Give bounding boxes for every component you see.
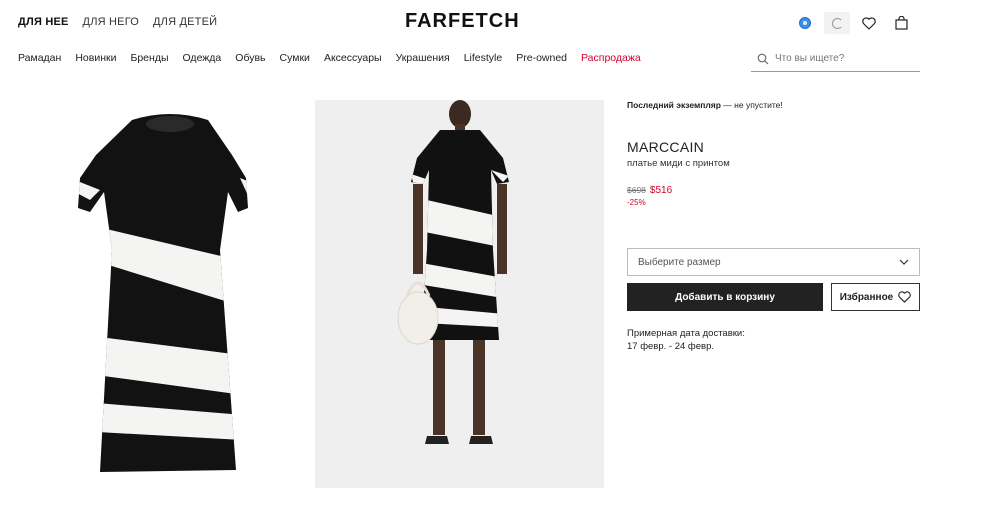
stock-notice-bold: Последний экземпляр	[627, 100, 721, 110]
heart-icon	[898, 291, 911, 303]
cart-button[interactable]	[888, 12, 914, 34]
delivery-label: Примерная дата доставки:	[627, 328, 745, 339]
region-button[interactable]	[792, 12, 818, 34]
nav-item-preowned[interactable]: Pre-owned	[516, 52, 567, 64]
stock-notice: Последний экземпляр — не упустите!	[627, 100, 920, 110]
product-info: Последний экземпляр — не упустите! MARCC…	[627, 100, 920, 207]
discount-badge: -25%	[627, 198, 646, 207]
tab-men[interactable]: ДЛЯ НЕГО	[83, 16, 139, 28]
account-button[interactable]	[824, 12, 850, 34]
search-icon[interactable]	[751, 53, 775, 65]
add-to-cart-button[interactable]: Добавить в корзину	[627, 283, 823, 311]
stock-notice-rest: — не упустите!	[720, 100, 783, 110]
product-brand[interactable]: MARCCAIN	[627, 139, 920, 155]
nav-item-accessories[interactable]: Аксессуары	[324, 52, 382, 64]
loading-icon	[831, 17, 843, 29]
nav-item-new[interactable]: Новинки	[75, 52, 116, 64]
nav-item-shoes[interactable]: Обувь	[235, 52, 265, 64]
logo[interactable]: FARFETCH	[405, 10, 520, 33]
sale-price: $516	[649, 185, 673, 196]
size-select[interactable]: Выберите размер	[627, 248, 920, 276]
header-icons	[792, 12, 914, 34]
nav-item-bags[interactable]: Сумки	[280, 52, 310, 64]
chevron-down-icon	[899, 259, 909, 265]
heart-icon	[862, 16, 876, 30]
product-image-model[interactable]	[315, 100, 604, 488]
main-nav: Рамадан Новинки Бренды Одежда Обувь Сумк…	[18, 52, 641, 64]
size-select-label: Выберите размер	[638, 256, 721, 268]
favorite-button[interactable]: Избранное	[831, 283, 920, 311]
delivery-estimate: Примерная дата доставки: 17 февр. - 24 ф…	[627, 327, 745, 353]
bag-icon	[894, 16, 908, 30]
gender-tabs: ДЛЯ НЕЕ ДЛЯ НЕГО ДЛЯ ДЕТЕЙ	[18, 16, 217, 28]
nav-item-jewelry[interactable]: Украшения	[396, 52, 450, 64]
nav-item-lifestyle[interactable]: Lifestyle	[464, 52, 503, 64]
search-bar	[751, 46, 920, 72]
nav-item-sale[interactable]: Распродажа	[581, 52, 641, 64]
tab-kids[interactable]: ДЛЯ ДЕТЕЙ	[153, 16, 217, 28]
nav-item-brands[interactable]: Бренды	[130, 52, 168, 64]
wishlist-button[interactable]	[856, 12, 882, 34]
top-bar: ДЛЯ НЕЕ ДЛЯ НЕГО ДЛЯ ДЕТЕЙ FARFETCH	[0, 0, 1000, 44]
product-name: платье миди с принтом	[627, 158, 730, 169]
favorite-label: Избранное	[839, 291, 894, 303]
product-image-flat[interactable]	[60, 100, 280, 488]
nav-item-ramadan[interactable]: Рамадан	[18, 52, 61, 64]
delivery-dates: 17 февр. - 24 февр.	[627, 341, 714, 352]
search-input[interactable]	[775, 53, 915, 64]
nav-item-clothing[interactable]: Одежда	[183, 52, 222, 64]
globe-icon	[799, 17, 811, 29]
old-price: $698	[627, 185, 646, 195]
tab-women[interactable]: ДЛЯ НЕЕ	[18, 16, 69, 28]
price-block: $698 $516	[627, 185, 920, 196]
